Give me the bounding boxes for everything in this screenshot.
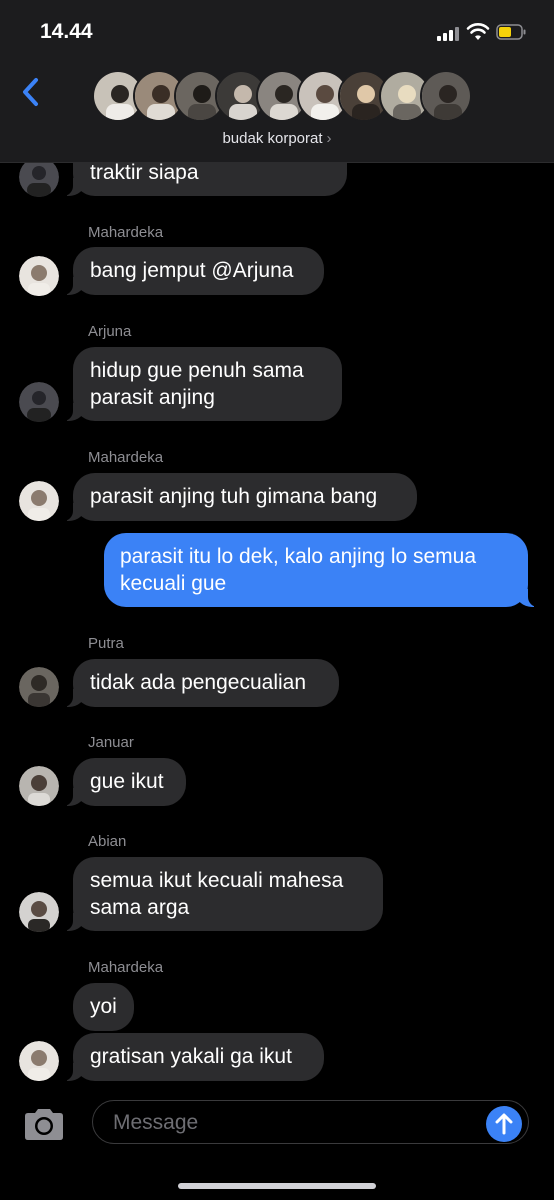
message-bubble[interactable]: yoi [73,983,134,1031]
message-text: parasit anjing tuh gimana bang [90,485,378,508]
avatar[interactable] [19,481,59,521]
avatar [420,70,472,122]
message-text: gratisan yakali ga ikut [90,1045,292,1068]
avatar[interactable] [19,667,59,707]
message-text: yoi [90,995,117,1018]
wifi-icon [466,23,490,40]
sender-name: Mahardeka [88,224,164,241]
status-time: 14.44 [40,20,93,43]
send-button[interactable] [486,1106,522,1142]
avatar[interactable] [19,256,59,296]
chat-header: 14.44 budak korporat › [0,0,554,163]
message-bubble[interactable]: tidak ada pengecualian [63,659,339,707]
message-bubble[interactable]: gue ikut [63,758,186,806]
sender-name: Mahardeka [88,959,164,976]
cellular-signal-icon [437,27,459,41]
message-text-line: kecuali gue [120,572,227,595]
message-bubble[interactable]: semua ikut kecuali mahesa sama arga [63,857,383,931]
home-indicator [178,1183,376,1189]
message-thread[interactable]: traktir siapa Mahardeka bang jemput @Arj… [0,0,554,1092]
message-bubble[interactable]: gratisan yakali ga ikut [63,1033,324,1081]
message-text-line: hidup gue penuh sama [90,359,304,382]
chevron-left-icon[interactable] [18,74,46,110]
sender-name: Mahardeka [88,449,164,466]
message-bubble-outgoing[interactable]: parasit itu lo dek, kalo anjing lo semua… [104,533,538,607]
avatar[interactable] [19,1041,59,1081]
sender-name: Arjuna [88,323,132,340]
message-field[interactable] [92,1100,529,1144]
camera-icon[interactable] [22,1107,66,1141]
group-name: budak korporat [222,130,323,147]
message-bubble[interactable]: parasit anjing tuh gimana bang [63,473,417,521]
message-input[interactable] [111,1101,475,1144]
battery-icon [496,24,526,40]
sender-name: Abian [88,833,127,850]
avatar[interactable] [19,157,59,197]
message-bubble[interactable]: bang jemput @Arjuna [63,247,324,295]
message-text-line: parasit itu lo dek, kalo anjing lo semua [120,545,477,568]
message-text-line: parasit anjing [90,386,215,409]
message-text: tidak ada pengecualian [90,671,307,694]
chevron-right-icon: › [326,130,332,147]
message-text: gue ikut [90,770,164,793]
message-bubble[interactable]: hidup gue penuh sama parasit anjing [63,347,342,421]
message-text-line: semua ikut kecuali mahesa [90,869,344,892]
sender-name: Januar [88,734,134,751]
group-name-link[interactable]: budak korporat › [0,130,554,147]
sender-name: Putra [88,635,124,652]
message-text: bang jemput @Arjuna [90,259,294,282]
avatar[interactable] [19,382,59,422]
avatar[interactable] [19,892,59,932]
message-text-line: sama arga [90,896,190,919]
avatar[interactable] [19,766,59,806]
message-text: traktir siapa [90,161,199,184]
